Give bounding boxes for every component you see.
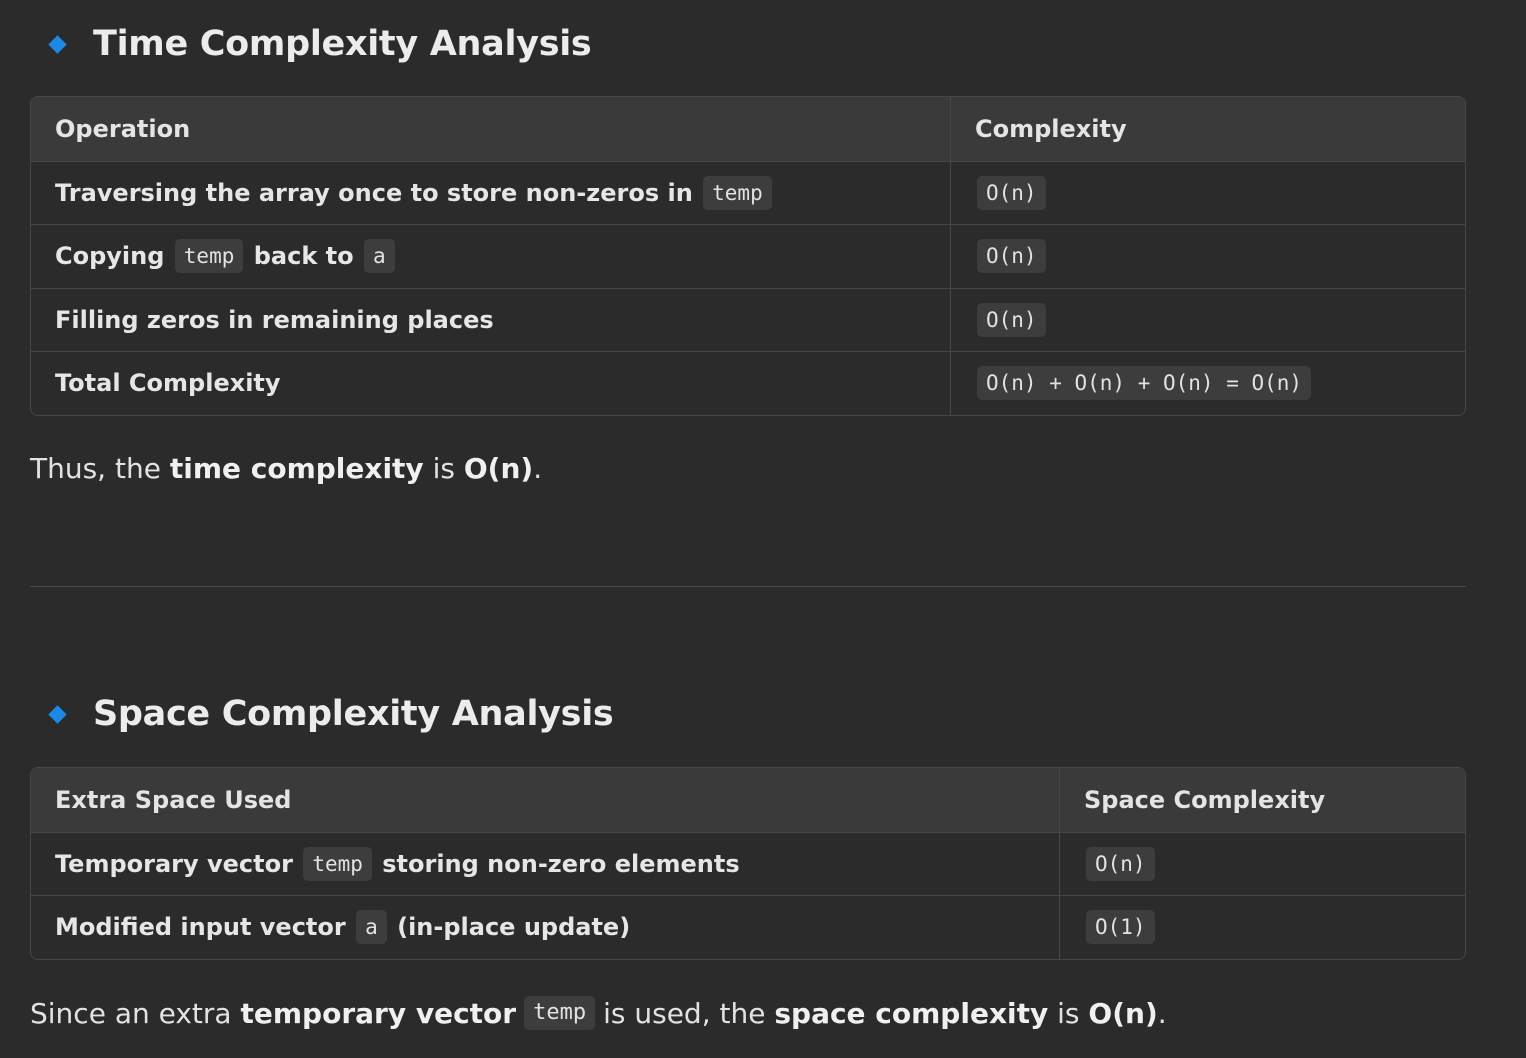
space-complexity-heading: Space Complexity Analysis — [48, 688, 614, 740]
space-item-cell: Modified input vector a (in-place update… — [31, 896, 1059, 959]
operation-cell: Copying temp back to a — [31, 225, 950, 288]
complexity-code: O(n) — [977, 302, 1046, 337]
conclusion-text: is — [1057, 996, 1080, 1030]
conclusion-value: O(n) — [1088, 996, 1158, 1030]
inline-code: a — [363, 239, 395, 274]
complexity-code: O(1) — [1086, 910, 1155, 945]
conclusion-text: is — [432, 451, 455, 485]
complexity-cell: O(n) — [950, 161, 1465, 224]
table-header-row: Extra Space Used Space Complexity — [31, 768, 1465, 832]
complexity-cell: O(n) — [950, 225, 1465, 288]
space-item-text: storing non-zero elements — [382, 849, 740, 878]
conclusion-value: O(n) — [463, 451, 534, 485]
diamond-bullet-icon — [48, 704, 67, 724]
operation-text: Copying — [55, 242, 165, 271]
conclusion-text: Since an extra — [30, 996, 232, 1030]
space-item-text: Modified input vector — [55, 913, 346, 942]
complexity-code: O(n) — [977, 239, 1046, 274]
inline-code: temp — [174, 239, 244, 274]
table-row: Total Complexity O(n) + O(n) + O(n) = O(… — [31, 351, 1465, 415]
conclusion-text: is used, the — [603, 996, 766, 1030]
inline-code: temp — [303, 846, 372, 881]
table-row: Modified input vector a (in-place update… — [31, 895, 1465, 959]
space-item-cell: Temporary vector temp storing non-zero e… — [31, 833, 1059, 896]
complexity-cell: O(n) — [1059, 832, 1465, 895]
space-item-text: (in-place update) — [397, 913, 631, 942]
header-complexity: Complexity — [950, 97, 1465, 161]
inline-code: temp — [524, 996, 596, 1030]
section-divider — [30, 586, 1466, 587]
complexity-code: O(n) — [977, 175, 1046, 210]
conclusion-bold: space complexity — [774, 996, 1049, 1030]
space-complexity-table: Extra Space Used Space Complexity Tempor… — [30, 767, 1466, 960]
inline-code: a — [356, 910, 387, 945]
complexity-code: O(n) — [1086, 846, 1155, 881]
conclusion-text: Thus, the — [30, 451, 161, 485]
time-conclusion: Thus, the time complexity is O(n) . — [30, 446, 542, 490]
complexity-cell: O(n) — [950, 288, 1465, 351]
operation-text: Traversing the array once to store non-z… — [55, 178, 693, 207]
space-heading-text: Space Complexity Analysis — [93, 694, 614, 734]
inline-code: temp — [703, 175, 772, 210]
complexity-cell: O(1) — [1059, 896, 1465, 959]
diamond-bullet-icon — [48, 34, 67, 54]
header-extra-space: Extra Space Used — [55, 785, 292, 814]
table-row: Traversing the array once to store non-z… — [31, 160, 1465, 225]
conclusion-bold: temporary vector — [240, 996, 517, 1030]
header-operation: Operation — [55, 114, 191, 143]
conclusion-text: . — [533, 451, 543, 485]
operation-cell: Filling zeros in remaining places — [31, 289, 950, 352]
header-space-complexity: Space Complexity — [1059, 768, 1465, 832]
table-row: Temporary vector temp storing non-zero e… — [31, 831, 1465, 896]
space-conclusion: Since an extra temporary vector temp is … — [30, 990, 1167, 1036]
table-row: Copying temp back to a O(n) — [31, 224, 1465, 288]
time-heading-text: Time Complexity Analysis — [93, 24, 592, 64]
time-complexity-table: Operation Complexity Traversing the arra… — [30, 96, 1466, 416]
conclusion-bold: time complexity — [169, 451, 424, 485]
space-item-text: Temporary vector — [55, 849, 293, 878]
complexity-cell: O(n) + O(n) + O(n) = O(n) — [950, 352, 1465, 415]
operation-cell: Traversing the array once to store non-z… — [31, 162, 950, 225]
complexity-code: O(n) + O(n) + O(n) = O(n) — [977, 366, 1312, 401]
time-complexity-heading: Time Complexity Analysis — [48, 18, 592, 70]
table-row: Filling zeros in remaining places O(n) — [31, 287, 1465, 352]
operation-text: Total Complexity — [55, 369, 281, 398]
conclusion-text: . — [1157, 996, 1167, 1030]
operation-text: Filling zeros in remaining places — [55, 305, 494, 334]
table-header-row: Operation Complexity — [31, 97, 1465, 161]
operation-cell: Total Complexity — [31, 352, 950, 415]
operation-text: back to — [253, 242, 354, 271]
